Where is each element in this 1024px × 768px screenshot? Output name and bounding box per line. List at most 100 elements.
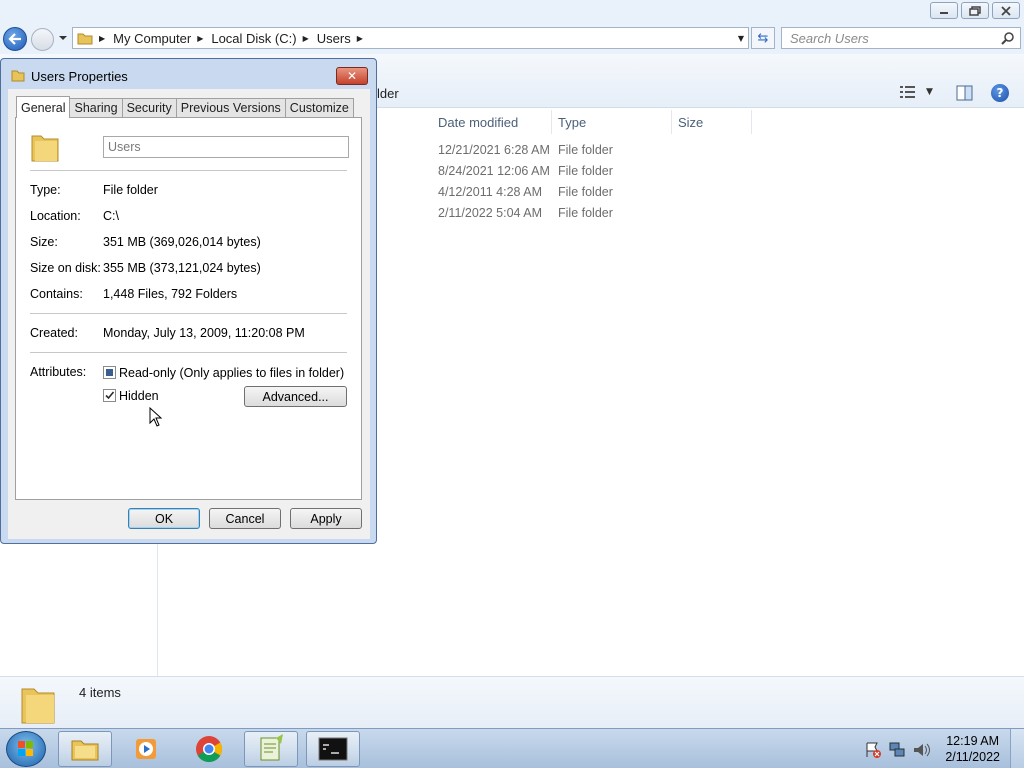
row-type: File folder	[558, 206, 613, 220]
file-row[interactable]: 2/11/2022 5:04 AM File folder	[432, 203, 752, 224]
row-type: File folder	[558, 185, 613, 199]
column-header-type[interactable]: Type	[552, 110, 672, 134]
folder-icon	[31, 135, 59, 162]
column-header-size[interactable]: Size	[672, 110, 752, 134]
chevron-right-icon[interactable]: ▶	[303, 34, 309, 43]
size-value: 351 MB (369,026,014 bytes)	[103, 235, 261, 249]
row-date: 8/24/2021 12:06 AM	[438, 164, 550, 178]
ok-button[interactable]: OK	[128, 508, 200, 529]
window-controls	[930, 2, 1020, 19]
system-tray	[864, 741, 930, 759]
mouse-cursor-icon	[149, 407, 163, 427]
details-pane: 4 items	[0, 676, 1024, 728]
action-center-flag-icon[interactable]	[864, 741, 882, 759]
tab-previous-versions[interactable]: Previous Versions	[175, 98, 286, 117]
row-type: File folder	[558, 164, 613, 178]
restore-icon	[969, 5, 981, 16]
start-button[interactable]	[6, 731, 46, 767]
row-date: 2/11/2022 5:04 AM	[438, 206, 543, 220]
row-date: 4/12/2011 4:28 AM	[438, 185, 543, 199]
tab-general[interactable]: General	[16, 96, 71, 118]
refresh-button[interactable]: ⇆	[751, 27, 775, 49]
search-icon[interactable]	[1001, 31, 1015, 45]
explorer-titlebar	[0, 0, 1024, 24]
back-button[interactable]	[3, 27, 27, 51]
recent-pages-dropdown-icon[interactable]	[58, 33, 68, 43]
column-header-date-modified[interactable]: Date modified	[432, 110, 552, 134]
help-icon[interactable]: ?	[991, 84, 1009, 102]
clock-time: 12:19 AM	[946, 734, 1000, 748]
dialog-close-button[interactable]: ✕	[336, 67, 368, 85]
close-icon: ✕	[346, 69, 358, 83]
separator	[30, 170, 347, 171]
file-row[interactable]: 8/24/2021 12:06 AM File folder	[432, 161, 752, 182]
preview-pane-icon[interactable]	[956, 85, 973, 101]
tab-security[interactable]: Security	[121, 98, 177, 117]
taskbar-chrome[interactable]	[182, 731, 236, 767]
minimize-button[interactable]	[930, 2, 958, 19]
new-folder-button-partial[interactable]: lder	[377, 86, 399, 101]
folder-icon	[71, 740, 99, 761]
tab-sharing[interactable]: Sharing	[69, 98, 123, 117]
taskbar-explorer[interactable]	[58, 731, 112, 767]
tab-customize[interactable]: Customize	[284, 98, 354, 117]
windows-logo-icon	[18, 741, 33, 756]
address-dropdown-icon[interactable]: ▼	[738, 34, 744, 43]
taskbar-media-player[interactable]	[120, 731, 174, 767]
breadcrumb: ▶ My Computer ▶ Local Disk (C:) ▶ Users …	[99, 31, 371, 46]
type-label: Type:	[30, 183, 61, 197]
forward-button[interactable]	[31, 28, 54, 51]
notepad-plus-plus-icon	[260, 734, 283, 761]
readonly-label[interactable]: Read-only (Only applies to files in fold…	[119, 366, 344, 380]
address-row: ▶ My Computer ▶ Local Disk (C:) ▶ Users …	[0, 24, 1024, 54]
network-icon[interactable]	[888, 741, 906, 759]
taskbar-command-prompt[interactable]	[306, 731, 360, 767]
view-list-icon	[900, 86, 915, 98]
type-value: File folder	[103, 183, 158, 197]
location-value: C:\	[103, 209, 119, 223]
refresh-icon: ⇆	[757, 30, 769, 46]
advanced-button[interactable]: Advanced...	[244, 386, 347, 407]
chevron-right-icon: ▶	[99, 33, 106, 43]
row-date: 12/21/2021 6:28 AM	[438, 143, 550, 157]
cancel-button[interactable]: Cancel	[209, 508, 281, 529]
separator	[30, 313, 347, 314]
hidden-checkbox[interactable]	[103, 389, 116, 402]
chevron-right-icon[interactable]: ▶	[197, 34, 203, 43]
clock-date: 2/11/2022	[945, 750, 1000, 764]
apply-button[interactable]: Apply	[290, 508, 362, 529]
address-bar[interactable]: ▶ My Computer ▶ Local Disk (C:) ▶ Users …	[72, 27, 749, 49]
volume-icon[interactable]	[912, 741, 930, 759]
chevron-right-icon[interactable]: ▶	[357, 34, 363, 43]
dialog-title: Users Properties	[31, 69, 128, 84]
readonly-checkbox[interactable]	[103, 366, 116, 379]
restore-button[interactable]	[961, 2, 989, 19]
folder-name-field[interactable]: Users	[103, 136, 349, 158]
search-input[interactable]: Search Users	[781, 27, 1021, 49]
size-on-disk-label: Size on disk:	[30, 261, 101, 275]
file-row[interactable]: 12/21/2021 6:28 AM File folder	[432, 140, 752, 161]
breadcrumb-users[interactable]: Users	[317, 31, 351, 46]
dialog-body: General Sharing Security Previous Versio…	[8, 89, 370, 539]
created-label: Created:	[30, 326, 78, 340]
file-row[interactable]: 4/12/2011 4:28 AM File folder	[432, 182, 752, 203]
hidden-label[interactable]: Hidden	[119, 389, 159, 403]
breadcrumb-my-computer[interactable]: My Computer	[113, 31, 191, 46]
contains-label: Contains:	[30, 287, 83, 301]
breadcrumb-local-disk[interactable]: Local Disk (C:)	[211, 31, 296, 46]
checkmark-icon	[105, 391, 115, 400]
properties-dialog: Users Properties ✕ General Sharing Secur…	[0, 58, 377, 544]
change-view-button[interactable]: ▼	[900, 86, 933, 98]
search-placeholder: Search Users	[790, 30, 869, 46]
size-on-disk-value: 355 MB (373,121,024 bytes)	[103, 261, 261, 275]
taskbar: 12:19 AM 2/11/2022	[0, 728, 1024, 768]
view-dropdown-icon: ▼	[926, 87, 933, 97]
row-type: File folder	[558, 143, 613, 157]
command-prompt-icon	[318, 737, 348, 761]
show-desktop-button[interactable]	[1010, 729, 1024, 768]
location-label: Location:	[30, 209, 81, 223]
folder-icon	[11, 70, 25, 82]
close-button[interactable]	[992, 2, 1020, 19]
clock[interactable]: 12:19 AM 2/11/2022	[945, 733, 1000, 765]
taskbar-notepad-plus-plus[interactable]	[244, 731, 298, 767]
